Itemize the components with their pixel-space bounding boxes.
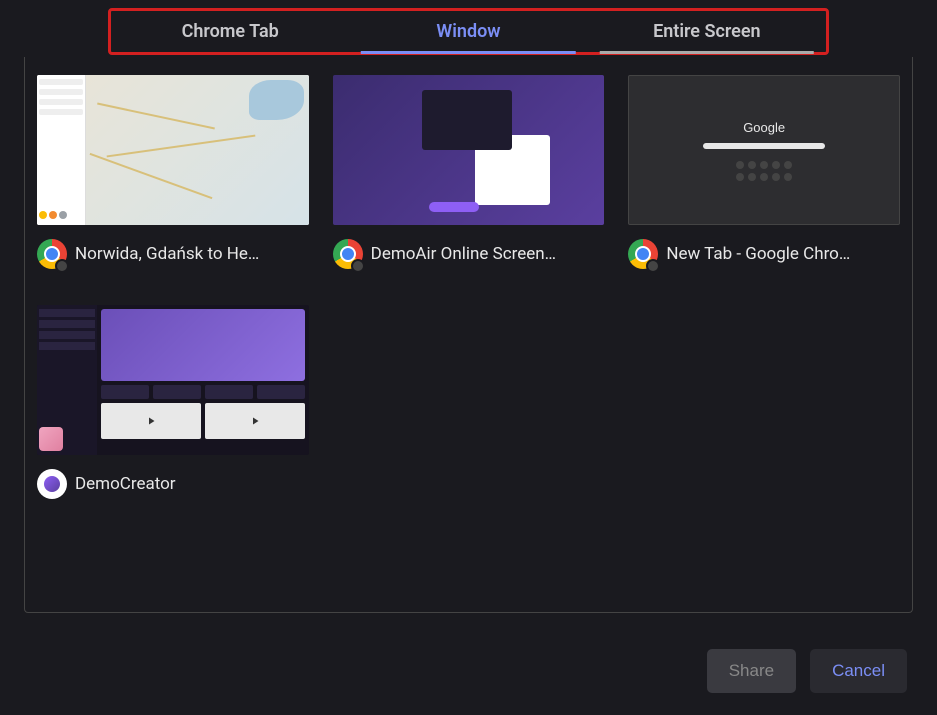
window-option-newtab[interactable]: Google New Tab - Google Chro… (628, 75, 900, 269)
chrome-icon (333, 239, 363, 269)
window-title: New Tab - Google Chro… (666, 244, 850, 264)
highlighted-tabs-region: Chrome Tab Window Entire Screen (0, 0, 937, 55)
tab-chrome-tab[interactable]: Chrome Tab (111, 11, 349, 52)
window-thumbnail (37, 75, 309, 225)
chrome-icon (37, 239, 67, 269)
chrome-icon (628, 239, 658, 269)
window-title: DemoCreator (75, 474, 176, 494)
google-logo: Google (743, 120, 785, 135)
windows-grid: Norwida, Gdańsk to He… DemoAir Online Sc… (24, 57, 913, 613)
cancel-button[interactable]: Cancel (810, 649, 907, 693)
window-option-democreator[interactable]: DemoCreator (37, 305, 309, 499)
window-thumbnail (333, 75, 605, 225)
window-label: New Tab - Google Chro… (628, 239, 900, 269)
window-label: DemoAir Online Screen… (333, 239, 605, 269)
share-button[interactable]: Share (707, 649, 796, 693)
window-option-maps[interactable]: Norwida, Gdańsk to He… (37, 75, 309, 269)
window-thumbnail (37, 305, 309, 455)
window-thumbnail: Google (628, 75, 900, 225)
window-option-demoair[interactable]: DemoAir Online Screen… (333, 75, 605, 269)
tab-window[interactable]: Window (349, 11, 587, 52)
source-tabs: Chrome Tab Window Entire Screen (108, 8, 829, 55)
window-label: Norwida, Gdańsk to He… (37, 239, 309, 269)
window-title: DemoAir Online Screen… (371, 244, 556, 264)
tab-entire-screen[interactable]: Entire Screen (588, 11, 826, 52)
screen-share-dialog: Chrome Tab Window Entire Screen (0, 0, 937, 715)
window-label: DemoCreator (37, 469, 309, 499)
democreator-icon (37, 469, 67, 499)
window-title: Norwida, Gdańsk to He… (75, 244, 259, 264)
dialog-footer: Share Cancel (0, 633, 937, 715)
